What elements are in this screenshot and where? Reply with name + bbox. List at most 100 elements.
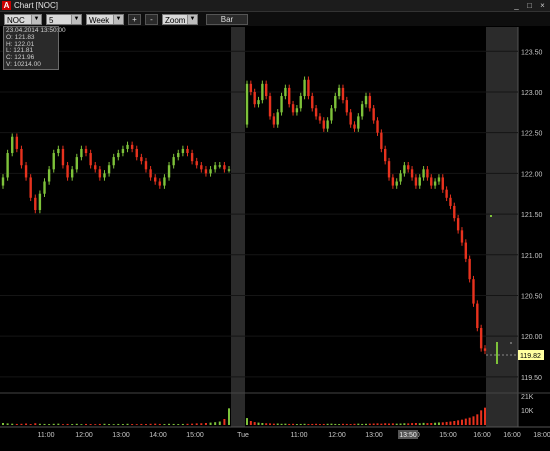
candle-body bbox=[228, 169, 230, 171]
candle-body bbox=[108, 165, 110, 173]
candle-body bbox=[29, 177, 31, 197]
volume-bar bbox=[323, 424, 325, 425]
price-tick-labels: 123.50123.00122.50122.00121.50121.00120.… bbox=[521, 49, 543, 382]
candle-body bbox=[357, 116, 359, 128]
volume-bar bbox=[434, 423, 436, 425]
volume-bar bbox=[34, 423, 36, 425]
volume-bar bbox=[423, 423, 425, 425]
volume-bar bbox=[117, 424, 119, 425]
chevron-down-icon[interactable]: ▼ bbox=[187, 15, 197, 24]
price-tick-label: 121.00 bbox=[521, 253, 543, 260]
volume-bar bbox=[219, 422, 221, 425]
volume-bar bbox=[20, 424, 22, 425]
interval-select[interactable]: 5 minutes ▼ bbox=[46, 14, 82, 25]
session-break-shade bbox=[231, 27, 245, 427]
volume-bar bbox=[346, 424, 348, 425]
volume-bar bbox=[228, 408, 230, 425]
candle-body bbox=[426, 169, 428, 177]
candle-body bbox=[66, 165, 68, 177]
volume-bar bbox=[145, 424, 147, 425]
volume-bar bbox=[281, 424, 283, 425]
range-select[interactable]: Week ▼ bbox=[86, 14, 124, 25]
volume-bar bbox=[205, 423, 207, 425]
candle-body bbox=[269, 96, 271, 116]
candle-body bbox=[191, 153, 193, 161]
volume-bar bbox=[44, 424, 46, 425]
candle-body bbox=[89, 153, 91, 165]
candle-body bbox=[284, 88, 286, 96]
candle-body bbox=[200, 165, 202, 169]
price-tick-label: 120.50 bbox=[521, 293, 543, 300]
candle-body bbox=[196, 161, 198, 165]
candle-body bbox=[449, 198, 451, 206]
volume-bar bbox=[122, 424, 124, 425]
volume-bar bbox=[177, 424, 179, 425]
volume-bar bbox=[108, 424, 110, 425]
volume-tick-label: 10K bbox=[521, 408, 534, 415]
minimize-icon[interactable]: _ bbox=[512, 0, 521, 11]
volume-bar bbox=[357, 424, 359, 425]
zoom-select[interactable]: Zoom ▼ bbox=[162, 14, 198, 25]
price-chart[interactable]: 123.50123.00122.50122.00121.50121.00120.… bbox=[0, 27, 550, 449]
maximize-icon[interactable]: □ bbox=[525, 0, 534, 11]
candle-body bbox=[112, 157, 114, 165]
price-tick-label: 123.00 bbox=[521, 90, 543, 97]
candle-body bbox=[361, 104, 363, 116]
candle-body bbox=[296, 108, 298, 112]
candle-body bbox=[205, 169, 207, 173]
volume-bar bbox=[426, 423, 428, 425]
candle-body bbox=[334, 96, 336, 108]
candle-body bbox=[163, 177, 165, 185]
candle-body bbox=[250, 84, 252, 92]
window-controls: _ □ × bbox=[512, 0, 547, 11]
candle-body bbox=[445, 190, 447, 198]
volume-bar bbox=[484, 408, 486, 425]
chevron-down-icon[interactable]: ▼ bbox=[31, 15, 41, 24]
volume-bar bbox=[407, 423, 409, 425]
candle-body bbox=[253, 92, 255, 104]
candle-body bbox=[209, 169, 211, 173]
volume-bar bbox=[25, 424, 27, 425]
chart-area[interactable]: 123.50123.00122.50122.00121.50121.00120.… bbox=[0, 27, 550, 449]
chevron-down-icon[interactable]: ▼ bbox=[71, 15, 81, 24]
candle-body bbox=[319, 116, 321, 120]
volume-bar bbox=[140, 424, 142, 425]
volume-bar bbox=[361, 424, 363, 425]
volume-bar bbox=[246, 418, 248, 425]
zoom-out-button[interactable]: - bbox=[145, 14, 158, 25]
symbol-value: NOC bbox=[7, 16, 25, 25]
candle-body bbox=[159, 182, 161, 186]
candle-body bbox=[438, 177, 440, 181]
volume-bar bbox=[388, 424, 390, 425]
volume-bar bbox=[150, 424, 152, 425]
volume-bar bbox=[369, 424, 371, 425]
candle-body bbox=[300, 96, 302, 108]
time-tick-label: 12:00 bbox=[328, 432, 346, 439]
candle-body bbox=[403, 165, 405, 173]
time-tick-label: 15:00 bbox=[186, 432, 204, 439]
volume-bar bbox=[377, 423, 379, 425]
zoom-in-button[interactable]: + bbox=[128, 14, 141, 25]
volume-bar bbox=[80, 424, 82, 425]
candle-body bbox=[11, 137, 13, 153]
chevron-down-icon[interactable]: ▼ bbox=[113, 15, 123, 24]
candle-body bbox=[472, 279, 474, 303]
chart-type-button[interactable]: Bar bbox=[206, 14, 248, 25]
price-tick-label: 119.50 bbox=[521, 375, 542, 382]
volume-bar bbox=[261, 423, 263, 425]
candle-body bbox=[415, 177, 417, 185]
candle-body bbox=[388, 161, 390, 177]
candle-body bbox=[273, 116, 275, 124]
candle-body bbox=[80, 149, 82, 157]
candle-body bbox=[76, 157, 78, 169]
candle-body bbox=[168, 165, 170, 177]
candle-body bbox=[419, 177, 421, 185]
current-price-label: 119.82 bbox=[520, 353, 541, 360]
candle-body bbox=[411, 169, 413, 177]
close-icon[interactable]: × bbox=[538, 0, 547, 11]
range-value: Week bbox=[89, 16, 109, 25]
price-tick-label: 121.50 bbox=[521, 212, 543, 219]
symbol-select[interactable]: NOC ▼ bbox=[4, 14, 42, 25]
volume-bar bbox=[103, 424, 105, 425]
candle-body bbox=[326, 120, 328, 128]
